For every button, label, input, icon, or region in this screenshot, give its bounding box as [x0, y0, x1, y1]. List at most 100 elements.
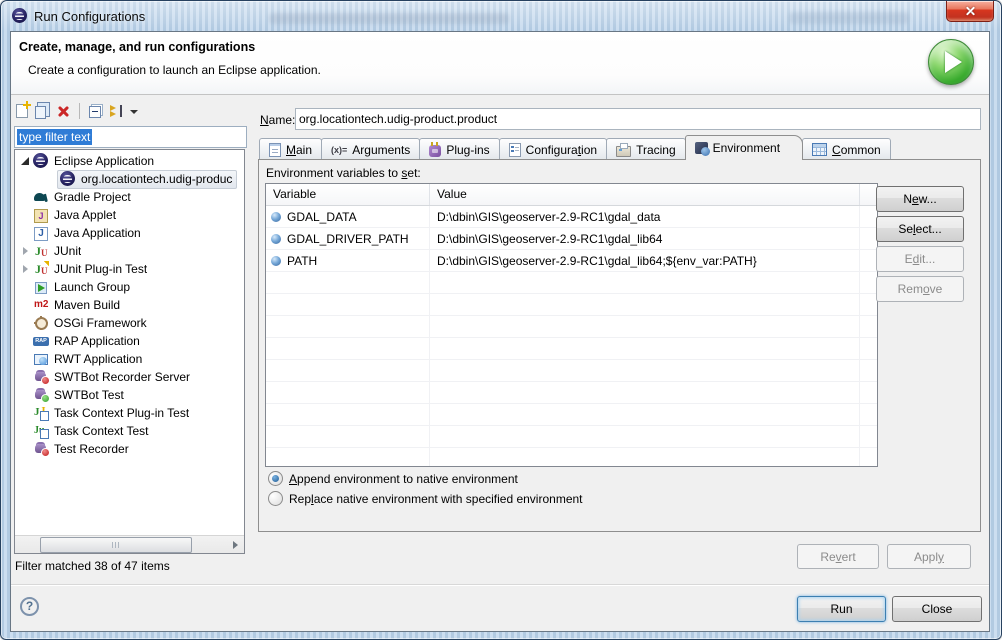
revert-button[interactable]: Re v ert — [797, 544, 879, 569]
replace-environment-radio[interactable]: Replace native environment with specifie… — [268, 491, 583, 506]
tree-item-task-context-test[interactable]: Task Context Test — [15, 422, 244, 440]
footer-separator — [11, 584, 989, 586]
tab-plugins[interactable]: Plug-ins — [419, 138, 500, 160]
rwt-icon — [33, 351, 49, 367]
eclipse-icon — [60, 171, 76, 187]
dialog-body: Create, manage, and run configurations C… — [10, 31, 990, 632]
banner-title: Create, manage, and run configurations — [19, 40, 256, 54]
radio-selected-icon[interactable] — [268, 471, 283, 486]
table-empty-row — [266, 448, 877, 466]
new-launch-configuration-icon[interactable] — [16, 101, 31, 118]
select-button[interactable]: Se l ect... — [876, 216, 964, 242]
filter-status: Filter matched 38 of 47 items — [15, 559, 170, 573]
tab-bar: Main Arguments Plug-ins Configuration Tr… — [259, 135, 891, 160]
glass-reflection — [269, 13, 509, 24]
tree-item-test-recorder[interactable]: Test Recorder — [15, 440, 244, 458]
tree-item-junit[interactable]: JUnit — [15, 242, 244, 260]
table-header: Variable Value — [266, 184, 877, 206]
tree-item-udig-product[interactable]: org.locationtech.udig-produc — [15, 169, 244, 189]
tree-item-eclipse-application[interactable]: Eclipse Application — [15, 152, 244, 170]
table-empty-row — [266, 360, 877, 382]
table-empty-row — [266, 316, 877, 338]
filter-text-selected: type filter text — [17, 129, 93, 145]
apply-button[interactable]: Appl y — [887, 544, 971, 569]
name-label: Name: — [260, 113, 296, 127]
title-bar[interactable]: Run Configurations — [1, 1, 1001, 31]
env-variables-table[interactable]: Variable Value GDAL_DATA D:\dbin\GIS\geo… — [265, 183, 878, 467]
edit-button[interactable]: Ed it... — [876, 246, 964, 272]
task-context-plugin-icon — [33, 405, 49, 421]
tab-main[interactable]: Main — [259, 138, 323, 160]
delete-icon[interactable] — [57, 105, 70, 118]
test-recorder-icon — [33, 441, 50, 457]
tree-item-task-context-plugin-test[interactable]: Task Context Plug-in Test — [15, 404, 244, 422]
tab-arguments[interactable]: Arguments — [321, 138, 421, 160]
scrollbar-thumb[interactable] — [40, 537, 192, 553]
tree-item-swtbot-test[interactable]: SWTBot Test — [15, 386, 244, 404]
tree-item-rap-application[interactable]: RAP Application — [15, 332, 244, 350]
scroll-right-icon[interactable] — [232, 540, 238, 549]
table-empty-row — [266, 426, 877, 448]
common-tab-icon — [812, 143, 828, 156]
name-input[interactable] — [295, 108, 981, 130]
tree-item-swtbot-recorder-server[interactable]: SWTBot Recorder Server — [15, 368, 244, 386]
expander-collapsed-icon[interactable] — [22, 265, 28, 273]
expander-collapsed-icon[interactable] — [22, 247, 28, 255]
new-button[interactable]: Ne w... — [876, 186, 964, 212]
chevron-down-icon[interactable] — [130, 110, 138, 114]
tree-item-java-application[interactable]: Java Application — [15, 224, 244, 242]
close-button[interactable]: Close — [892, 596, 982, 622]
java-applet-icon — [33, 207, 49, 223]
tracing-tab-icon — [616, 143, 632, 157]
duplicate-icon[interactable] — [35, 106, 46, 119]
tree-item-osgi-framework[interactable]: OSGi Framework — [15, 314, 244, 332]
variable-icon — [271, 233, 281, 244]
column-header-variable[interactable]: Variable — [266, 184, 430, 205]
banner-subtitle: Create a configuration to launch an Ecli… — [28, 63, 321, 77]
filter-input[interactable]: type filter text — [14, 126, 247, 148]
radio-unselected-icon[interactable] — [268, 491, 283, 506]
column-header-spacer — [860, 184, 877, 205]
window-title: Run Configurations — [34, 9, 146, 24]
launch-toolbar — [16, 99, 138, 123]
help-button[interactable]: ? — [20, 597, 39, 616]
environment-tab-panel: Environment variables to set: Variable V… — [258, 159, 981, 532]
filter-icon[interactable] — [108, 105, 123, 117]
collapse-all-icon[interactable] — [89, 106, 101, 118]
tree-item-maven-build[interactable]: Maven Build — [15, 296, 244, 314]
java-application-icon — [33, 225, 49, 241]
header-banner: Create, manage, and run configurations C… — [11, 32, 989, 95]
column-header-value[interactable]: Value — [430, 184, 860, 205]
env-variables-caption: Environment variables to set: — [266, 166, 421, 180]
run-configurations-window: Run Configurations Create, manage, and r… — [0, 0, 1002, 640]
table-row[interactable]: PATH D:\dbin\GIS\geoserver-2.9-RC1\gdal_… — [266, 250, 877, 272]
launch-group-icon — [33, 279, 49, 295]
tree-item-java-applet[interactable]: Java Applet — [15, 206, 244, 224]
table-empty-row — [266, 404, 877, 426]
append-environment-radio[interactable]: Append environment to native environment — [268, 471, 518, 486]
horizontal-scrollbar[interactable] — [15, 535, 244, 553]
tree-item-launch-group[interactable]: Launch Group — [15, 278, 244, 296]
arguments-tab-icon — [331, 145, 347, 155]
tab-tracing[interactable]: Tracing — [606, 138, 686, 160]
tab-environment[interactable]: Environment — [684, 135, 804, 160]
close-window-button[interactable] — [946, 1, 994, 22]
tree-item-gradle-project[interactable]: Gradle Project — [15, 188, 244, 206]
remove-button[interactable]: Rem o ve — [876, 276, 964, 302]
tab-common[interactable]: Common — [802, 138, 891, 160]
eclipse-icon — [33, 153, 49, 169]
tab-configuration[interactable]: Configuration — [498, 138, 608, 160]
osgi-icon — [33, 315, 49, 331]
table-row[interactable]: GDAL_DATA D:\dbin\GIS\geoserver-2.9-RC1\… — [266, 206, 877, 228]
table-empty-row — [266, 382, 877, 404]
table-row[interactable]: GDAL_DRIVER_PATH D:\dbin\GIS\geoserver-2… — [266, 228, 877, 250]
launch-config-tree[interactable]: Eclipse Application org.locationtech.udi… — [14, 149, 245, 554]
table-empty-row — [266, 294, 877, 316]
swtbot-recorder-icon — [33, 369, 50, 385]
variable-icon — [271, 211, 281, 222]
tree-item-rwt-application[interactable]: RWT Application — [15, 350, 244, 368]
tree-item-junit-plugin-test[interactable]: JUnit Plug-in Test — [15, 260, 244, 278]
run-button[interactable]: Run — [797, 596, 886, 622]
expander-expanded-icon[interactable] — [21, 157, 29, 165]
table-empty-row — [266, 272, 877, 294]
